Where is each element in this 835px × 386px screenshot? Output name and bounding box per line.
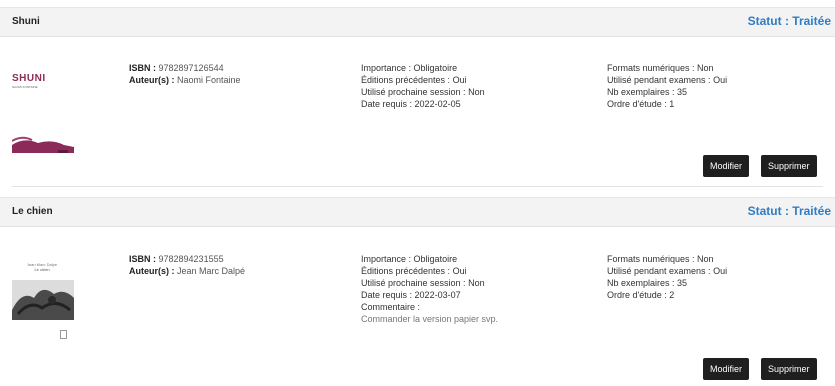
cover-art-icon <box>12 136 74 153</box>
study-order-row: Ordre d'étude : 1 <box>607 99 675 109</box>
book-card: Le chien Statut : Traitée Jean Marc Dalp… <box>0 197 835 386</box>
book-requirements-column: Importance : Obligatoire Éditions précéd… <box>361 253 498 325</box>
edit-button[interactable]: Modifier <box>703 358 750 380</box>
book-usage-column: Formats numériques : Non Utilisé pendant… <box>607 253 727 301</box>
edit-button[interactable]: Modifier <box>703 155 750 177</box>
delete-button[interactable]: Supprimer <box>761 155 817 177</box>
used-exams-row: Utilisé pendant examens : Oui <box>607 75 728 85</box>
book-identity-column: ISBN : 9782897126544 Auteur(s) : Naomi F… <box>129 62 241 86</box>
digital-formats-row: Formats numériques : Non <box>607 254 714 264</box>
book-cover-image: SHUNI NAOMI FONTAINE <box>12 71 74 161</box>
book-requirements-column: Importance : Obligatoire Éditions précéd… <box>361 62 485 110</box>
copies-row: Nb exemplaires : 35 <box>607 278 688 288</box>
isbn-row: ISBN : 9782894231555 <box>129 254 224 264</box>
required-date-row: Date requis : 2022-02-05 <box>361 99 461 109</box>
book-cover-image: Jean Marc Dalpé Le chien <box>12 260 74 350</box>
cover-photo-icon <box>12 280 74 320</box>
isbn-row: ISBN : 9782897126544 <box>129 63 224 73</box>
importance-row: Importance : Obligatoire <box>361 63 458 73</box>
status-label: Statut : Traitée <box>747 204 831 218</box>
card-divider <box>12 186 823 187</box>
previous-editions-row: Éditions précédentes : Oui <box>361 75 467 85</box>
previous-editions-row: Éditions précédentes : Oui <box>361 266 467 276</box>
copies-row: Nb exemplaires : 35 <box>607 87 688 97</box>
book-usage-column: Formats numériques : Non Utilisé pendant… <box>607 62 727 110</box>
cover-author: NAOMI FONTAINE <box>12 85 38 89</box>
authors-row: Auteur(s) : Jean Marc Dalpé <box>129 266 246 276</box>
next-session-row: Utilisé prochaine session : Non <box>361 278 485 288</box>
book-title: Shuni <box>12 16 40 27</box>
required-date-row: Date requis : 2022-03-07 <box>361 290 461 300</box>
cover-title: SHUNI <box>12 73 46 84</box>
book-card-header: Le chien Statut : Traitée <box>0 197 835 227</box>
book-title: Le chien <box>12 206 53 217</box>
book-identity-column: ISBN : 9782894231555 Auteur(s) : Jean Ma… <box>129 253 245 277</box>
comment-text: Commander la version papier svp. <box>361 314 499 324</box>
next-session-row: Utilisé prochaine session : Non <box>361 87 485 97</box>
digital-formats-row: Formats numériques : Non <box>607 63 714 73</box>
delete-button[interactable]: Supprimer <box>761 358 817 380</box>
comment-label: Commentaire : <box>361 302 421 312</box>
study-order-row: Ordre d'étude : 2 <box>607 290 675 300</box>
used-exams-row: Utilisé pendant examens : Oui <box>607 266 728 276</box>
book-card-header: Shuni Statut : Traitée <box>0 7 835 37</box>
importance-row: Importance : Obligatoire <box>361 254 458 264</box>
authors-row: Auteur(s) : Naomi Fontaine <box>129 75 241 85</box>
cover-title: Le chien <box>34 267 50 272</box>
status-label: Statut : Traitée <box>747 14 831 28</box>
cover-logo-icon <box>60 330 67 339</box>
book-card: Shuni Statut : Traitée SHUNI NAOMI FONTA… <box>0 7 835 187</box>
